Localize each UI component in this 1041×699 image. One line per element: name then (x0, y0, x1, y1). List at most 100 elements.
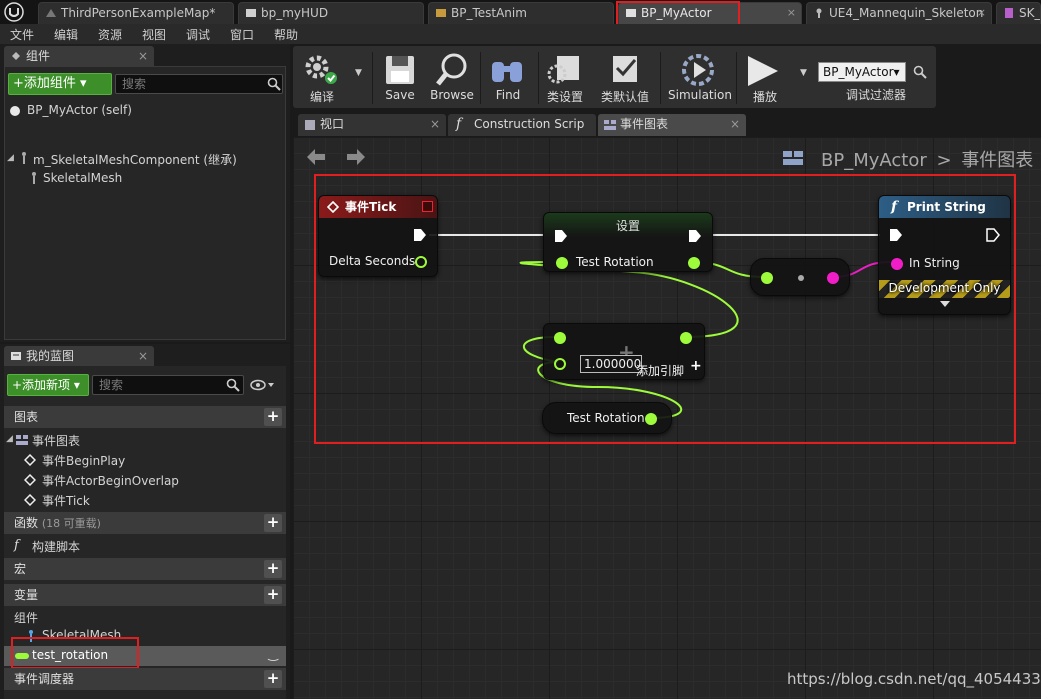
graphs-section-header[interactable]: 图表 + (4, 406, 286, 428)
add-dispatcher-button[interactable]: + (264, 670, 282, 688)
search-icon[interactable] (267, 77, 281, 91)
function-icon: f (14, 538, 19, 553)
chevron-down-icon[interactable]: ‿ (268, 647, 278, 661)
close-icon[interactable]: × (977, 3, 986, 23)
macros-label: 宏 (14, 562, 27, 576)
event-item-actorbeginoverlap[interactable]: 事件ActorBeginOverlap (4, 470, 286, 490)
construction-script-item[interactable]: f 构建脚本 (4, 536, 286, 556)
variables-label: 变量 (14, 588, 39, 602)
menu-window[interactable]: 窗口 (230, 26, 254, 43)
close-icon[interactable]: × (730, 114, 740, 134)
toolbar-separator (660, 52, 661, 104)
tab-my-blueprint[interactable]: 我的蓝图 × (4, 346, 154, 366)
event-label: 事件BeginPlay (42, 454, 126, 468)
tab-event-graph[interactable]: 事件图表 × (598, 114, 746, 136)
variables-section-header[interactable]: 变量 + (4, 584, 286, 606)
unreal-logo-icon (4, 2, 24, 22)
browse-label: Browse (430, 88, 474, 102)
panel-title: 我的蓝图 (26, 349, 75, 363)
tab-mannequin-skeleton[interactable]: UE4_Mannequin_Skeleton × (806, 2, 992, 24)
tab-label: UE4_Mannequin_Skeleton (829, 6, 984, 20)
blueprint-icon (10, 350, 22, 362)
menu-view[interactable]: 视图 (142, 26, 166, 43)
event-item-beginplay[interactable]: 事件BeginPlay (4, 450, 286, 470)
class-settings-button[interactable]: 类设置 (535, 50, 595, 106)
tab-label: 事件图表 (620, 117, 669, 131)
class-defaults-button[interactable]: 类默认值 (595, 50, 655, 106)
add-function-button[interactable]: + (264, 514, 282, 532)
tab-label: bp_myHUD (261, 6, 329, 20)
class-defaults-label: 类默认值 (600, 90, 649, 104)
dispatchers-section-header[interactable]: 事件调度器 + (4, 668, 286, 690)
tab-components[interactable]: 组件 × (4, 46, 154, 66)
chevron-down-icon[interactable]: ▼ (355, 68, 362, 78)
simulation-icon (680, 52, 716, 88)
component-row-skeletalmesh[interactable]: SkeletalMesh (5, 169, 285, 189)
find-button[interactable]: Find (478, 50, 538, 106)
compile-button[interactable]: 编译 ▼ (295, 50, 362, 106)
mannequin-icon (19, 151, 29, 165)
tab-sk[interactable]: SK_ (996, 2, 1041, 24)
simulation-label: Simulation (668, 88, 732, 102)
binoculars-icon (490, 54, 526, 86)
self-row[interactable]: BP_MyActor (self) (5, 101, 285, 121)
add-macro-button[interactable]: + (264, 560, 282, 578)
components-search-input[interactable]: 搜索 (115, 74, 283, 94)
menu-edit[interactable]: 编辑 (54, 26, 78, 43)
event-graph-canvas[interactable]: BP_MyActor > 事件图表 事件Tick Delta Seconds 设… (293, 137, 1041, 699)
add-new-button[interactable]: +添加新项 ▾ (7, 374, 89, 396)
close-icon[interactable]: × (138, 346, 148, 366)
component-icon (10, 50, 22, 62)
tab-bp-myhud[interactable]: bp_myHUD (238, 2, 424, 24)
function-icon: f (456, 116, 462, 132)
skeletal-mesh-icon (1003, 7, 1015, 19)
event-graph-item[interactable]: ◢ 事件图表 (4, 430, 286, 450)
menu-file[interactable]: 文件 (10, 26, 34, 43)
add-component-button[interactable]: +添加组件 ▾ (8, 73, 112, 95)
play-label: 播放 (752, 90, 777, 104)
close-icon[interactable]: × (138, 46, 148, 66)
simulation-button[interactable]: Simulation (668, 50, 732, 106)
macros-section-header[interactable]: 宏 + (4, 558, 286, 580)
browse-button[interactable]: Browse (422, 50, 482, 106)
mybp-search-input[interactable]: 搜索 (92, 375, 244, 395)
watermark: https://blog.csdn.net/qq_40544338 (787, 670, 1041, 688)
chevron-down-icon[interactable]: ▼ (800, 68, 807, 78)
search-icon[interactable] (913, 65, 927, 79)
tab-viewport[interactable]: 视口 × (298, 114, 446, 136)
debug-object-dropdown[interactable]: BP_MyActor▾ (818, 62, 906, 82)
event-item-tick[interactable]: 事件Tick (4, 490, 286, 510)
close-icon[interactable]: × (787, 3, 796, 23)
blueprint-icon (245, 7, 257, 19)
components-category[interactable]: 组件 (4, 608, 286, 626)
tab-label: Construction Scrip (474, 117, 585, 131)
save-button[interactable]: Save (370, 50, 430, 106)
expand-arrow-icon[interactable]: ◢ (6, 434, 13, 444)
add-graph-button[interactable]: + (264, 408, 282, 426)
mannequin-icon (29, 171, 39, 185)
add-variable-button[interactable]: + (264, 586, 282, 604)
components-body: +添加组件 ▾ 搜索 BP_MyActor (self) ◢ m_Skeleta… (4, 66, 286, 340)
components-category-label: 组件 (14, 611, 39, 625)
event-graph-label: 事件图表 (32, 434, 81, 448)
menu-asset[interactable]: 资源 (98, 26, 122, 43)
menu-debug[interactable]: 调试 (186, 26, 210, 43)
search-icon[interactable] (226, 378, 240, 392)
event-graph-icon (604, 119, 618, 131)
debug-filter-label: 调试过滤器 (846, 88, 907, 102)
expand-arrow-icon[interactable]: ◢ (7, 153, 14, 163)
play-button[interactable]: 播放 ▼ (738, 50, 807, 106)
tab-label: 视口 (320, 117, 345, 131)
tab-thirdperson-map[interactable]: ThirdPersonExampleMap* (38, 2, 234, 24)
magnifier-icon (434, 52, 470, 88)
tab-bp-testanim[interactable]: BP_TestAnim (428, 2, 614, 24)
functions-section-header[interactable]: 函数 (18 可重载) + (4, 512, 286, 534)
component-row-skeletal-mesh-comp[interactable]: ◢ m_SkeletalMeshComponent (继承) (5, 149, 285, 169)
event-label: 事件ActorBeginOverlap (42, 474, 179, 488)
close-icon[interactable]: × (430, 114, 440, 134)
eye-icon[interactable] (250, 378, 276, 392)
menu-help[interactable]: 帮助 (274, 26, 298, 43)
tab-label: BP_TestAnim (451, 6, 527, 20)
tab-construction-script[interactable]: f Construction Scrip (448, 114, 596, 136)
components-panel: 组件 × +添加组件 ▾ 搜索 BP_MyActor (self) ◢ m_Sk… (0, 44, 290, 342)
